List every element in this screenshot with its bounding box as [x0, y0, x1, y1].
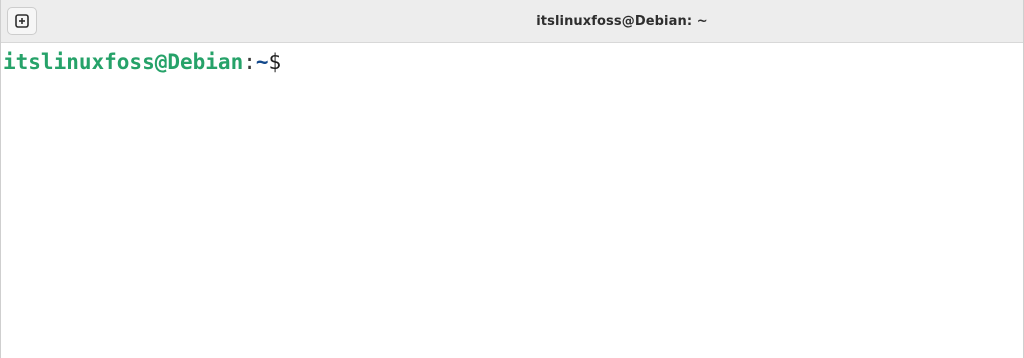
- window-title: itslinuxfoss@Debian: ~: [536, 14, 708, 29]
- shell-prompt: itslinuxfoss@Debian:~$: [3, 49, 281, 75]
- terminal-window: itslinuxfoss@Debian: ~ itslinuxfoss@Debi…: [0, 0, 1024, 358]
- terminal-area[interactable]: itslinuxfoss@Debian:~$: [1, 44, 1023, 358]
- prompt-symbol: $: [268, 50, 282, 74]
- prompt-directory: ~: [255, 50, 269, 74]
- title-bar[interactable]: itslinuxfoss@Debian: ~: [1, 0, 1023, 43]
- prompt-separator: :: [243, 50, 256, 74]
- prompt-user-host: itslinuxfoss@Debian: [3, 50, 244, 74]
